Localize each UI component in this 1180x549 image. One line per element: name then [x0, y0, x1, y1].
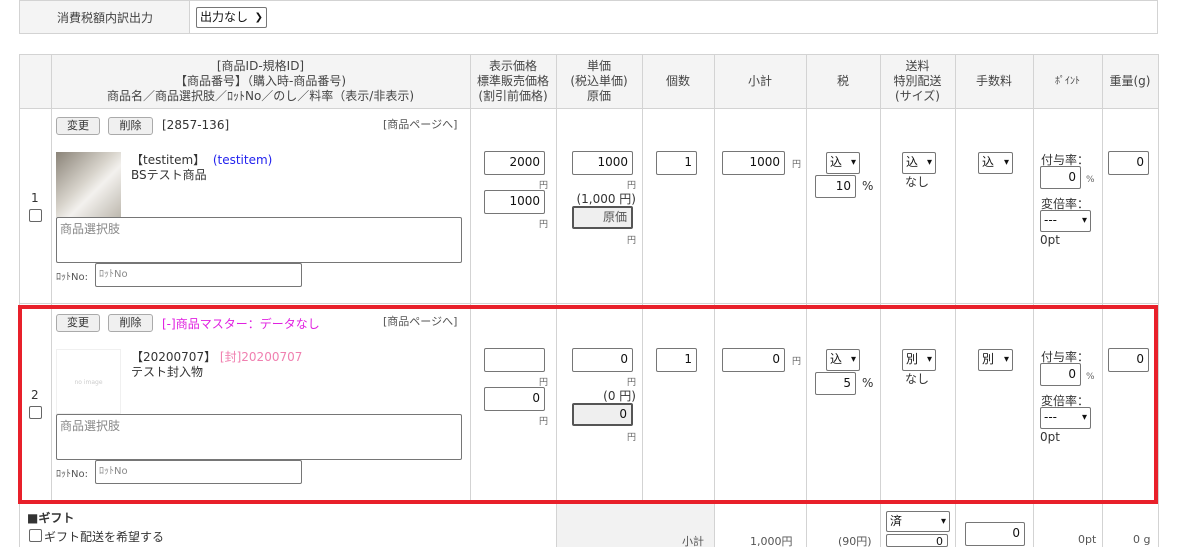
header-product: [商品ID-規格ID] 【商品番号】（購入時-商品番号) 商品名／商品選択肢／ﾛｯﾄ… [106, 59, 415, 103]
gift-title: ■ギフト [27, 511, 75, 525]
product-id: [2857-136] [162, 118, 230, 132]
tax-mode-select[interactable]: 込 ▾ [826, 152, 860, 174]
lot-input[interactable]: ﾛｯﾄNo [95, 263, 302, 287]
grant-rate-input[interactable]: 0 [1040, 166, 1081, 189]
chevron-down-icon: ▾ [940, 516, 946, 527]
gift-checkbox[interactable] [29, 529, 42, 542]
cost-input[interactable]: 原価 [572, 206, 633, 229]
change-button[interactable]: 変更 [56, 117, 100, 135]
display-price-input[interactable]: 2000 [484, 151, 545, 175]
delete-button[interactable]: 削除 [108, 117, 153, 135]
header-point: ﾎﾟｲﾝﾄ [1055, 76, 1080, 87]
fee-input[interactable]: 0 [965, 522, 1025, 546]
gift-checkbox-label: ギフト配送を希望する [44, 530, 165, 544]
subtotal-input[interactable]: 1000 [722, 151, 785, 175]
tax-rate-input[interactable]: 10 [815, 175, 856, 198]
header-shipping: 送料 特別配送 (サイズ) [893, 59, 942, 103]
multiplier-select[interactable]: --- ▾ [1040, 210, 1091, 232]
row-checkbox[interactable] [29, 209, 42, 222]
divider [19, 108, 1159, 109]
yen-label: 円 [792, 160, 802, 170]
footer-weight: 0 g [1133, 533, 1151, 546]
product-image [56, 152, 121, 217]
qty-input[interactable]: 1 [656, 151, 697, 175]
highlight-box [18, 305, 1158, 504]
shipping-fee-input[interactable]: 0 [886, 534, 948, 548]
fee-select[interactable]: 込 ▾ [978, 152, 1013, 174]
shipping-size: なし [905, 175, 930, 189]
percent-label: % [1086, 175, 1095, 185]
shipping-select[interactable]: 込 ▾ [902, 152, 936, 174]
product-name: BSテスト商品 [131, 168, 207, 182]
header-tax: 税 [836, 74, 849, 88]
chevron-down-icon: ▾ [1081, 215, 1087, 226]
tax-output-select[interactable]: 出力なし ❯ [196, 7, 267, 28]
chevron-down-icon: ▾ [1003, 157, 1009, 168]
tax-output-value: 出力なし [200, 10, 249, 24]
unit-price-incl: (1,000 円) [576, 192, 636, 206]
header-qty: 個数 [665, 74, 690, 88]
shipping-status-select[interactable]: 済 ▾ [886, 511, 950, 532]
list-price-input[interactable]: 1000 [484, 190, 545, 214]
header-subtotal: 小計 [747, 74, 772, 88]
footer-points: 0pt [1078, 533, 1097, 546]
header-price: 表示価格 標準販売価格 (割引前価格) [476, 59, 549, 103]
row-index: 1 [31, 191, 39, 205]
header-weight: 重量(g) [1109, 74, 1151, 88]
chevron-down-icon: ▾ [850, 157, 856, 168]
weight-input[interactable]: 0 [1108, 151, 1149, 175]
points: 0pt [1040, 233, 1060, 247]
option-textarea[interactable]: 商品選択肢 [56, 217, 462, 263]
yen-label: 円 [627, 236, 637, 246]
header-fee: 手数料 [975, 74, 1012, 88]
product-page-link[interactable]: [商品ページへ] [383, 116, 457, 132]
tax-output-label: 消費税額内訳出力 [57, 11, 154, 25]
chevron-down-icon: ❯ [254, 12, 263, 23]
chevron-down-icon: ▾ [926, 157, 932, 168]
unit-price-input[interactable]: 1000 [572, 151, 633, 175]
lot-label: ﾛｯﾄNo: [56, 272, 88, 283]
divider [19, 303, 1159, 304]
yen-label: 円 [539, 220, 549, 230]
percent-label: % [862, 179, 874, 193]
header-unit: 単価 (税込単価) 原価 [570, 59, 628, 103]
